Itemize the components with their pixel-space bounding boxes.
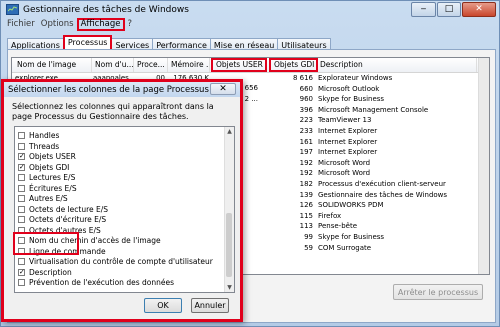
column-option-label: Lectures E/S: [29, 173, 76, 182]
column-option-label: Écritures E/S: [29, 183, 77, 193]
checkbox[interactable]: [18, 279, 25, 286]
checklist-scrollbar[interactable]: ▲ ▼: [224, 127, 234, 292]
cell-gdi: 161: [299, 137, 313, 146]
col-header-memory[interactable]: Mémoire ...: [168, 58, 210, 72]
checked-checkbox[interactable]: ✓: [18, 163, 25, 171]
cell-desc: COM Surrogate: [318, 243, 372, 252]
cell-gdi: 223: [299, 116, 313, 125]
checkbox[interactable]: [18, 174, 25, 181]
column-option-label: Objets USER: [29, 152, 76, 161]
cell-desc: Gestionnaire des tâches de Windows: [318, 190, 448, 199]
col-header-user-name[interactable]: Nom d'u...: [92, 58, 134, 72]
cell-gdi: 192: [299, 158, 313, 167]
maximize-button[interactable]: □: [437, 2, 461, 17]
cancel-button[interactable]: Annuler: [191, 298, 229, 313]
dialog-description: Sélectionnez les colonnes qui apparaîtro…: [12, 102, 214, 121]
col-header-user-objects[interactable]: Objets USER: [211, 58, 267, 72]
cell-gdi: 115: [299, 211, 313, 220]
cell-desc: Processus d'exécution client-serveur: [318, 180, 446, 188]
column-option-label: Octets d'écriture E/S: [29, 215, 107, 224]
checkbox[interactable]: [18, 142, 25, 150]
menu-help[interactable]: ?: [125, 18, 136, 31]
checkbox[interactable]: [18, 132, 25, 139]
column-option-label: Objets GDI: [29, 162, 70, 172]
column-option-label: Handles: [29, 131, 60, 140]
cell-desc: Internet Explorer: [318, 137, 378, 146]
cell-desc: Firefox: [318, 211, 342, 220]
checkbox[interactable]: [18, 195, 25, 202]
column-option-label: Virtualisation du contrôle de compte d'u…: [29, 257, 213, 266]
cell-desc: Internet Explorer: [318, 127, 378, 135]
column-checklist[interactable]: Handles Threads ✓ Objets USER ✓ Objets GDI Lec…: [14, 126, 235, 293]
cell-desc: SOLIDWORKS PDM: [318, 201, 384, 210]
cell-desc: Pense-bête: [318, 222, 357, 231]
window-title: Gestionnaire des tâches de Windows: [23, 5, 189, 15]
menu-affichage[interactable]: Affichage: [76, 18, 125, 31]
cell-desc: Microsoft Outlook: [318, 84, 380, 93]
column-option-label: Octets de lecture E/S: [29, 204, 109, 214]
select-columns-dialog: Sélectionner les colonnes de la page Pro…: [1, 79, 243, 322]
scroll-down-arrow-icon[interactable]: ▼: [225, 283, 234, 292]
cell-desc: Explorateur Windows: [318, 74, 393, 82]
cell-gdi: 197: [299, 148, 313, 157]
col-header-description[interactable]: Description: [317, 58, 477, 72]
column-option-label: Prévention de l'exécution des données: [29, 278, 174, 287]
cell-gdi: 99: [304, 233, 313, 241]
col-header-image-name[interactable]: Nom de l'image: [14, 58, 92, 72]
cell-gdi: 960: [299, 95, 313, 104]
menu-options[interactable]: Options: [38, 18, 77, 31]
table-scrollbar[interactable]: [478, 58, 489, 274]
dialog-title: Sélectionner les colonnes de la page Pro…: [8, 85, 209, 95]
checkbox[interactable]: [18, 216, 25, 223]
menu-fichier[interactable]: Fichier: [4, 18, 38, 31]
cell-gdi: 113: [299, 222, 313, 231]
column-option-label: Autres E/S: [29, 194, 68, 203]
highlight-box: [13, 232, 79, 255]
cell-gdi: 126: [299, 201, 313, 210]
cell-gdi: 182: [299, 180, 313, 188]
cell-gdi: 139: [299, 190, 313, 199]
col-header-cpu[interactable]: Proce...: [134, 58, 168, 72]
cell-desc: Microsoft Word: [318, 158, 371, 167]
cell-desc: TeamViewer 13: [318, 116, 372, 125]
column-option-label: Threads: [29, 141, 60, 151]
cell-gdi: 192: [299, 169, 313, 178]
cell-desc: Microsoft Management Console: [318, 105, 429, 114]
col-header-gdi-objects[interactable]: Objets GDI: [269, 58, 318, 72]
checked-checkbox[interactable]: ✓: [18, 153, 25, 160]
cell-desc: Internet Explorer: [318, 148, 378, 157]
minimize-button[interactable]: ‒: [411, 2, 436, 17]
table-header: Nom de l'image Nom d'u... Proce... Mémoi…: [12, 58, 489, 73]
tab-strip: Applications Processus Services Performance…: [7, 35, 331, 52]
cell-desc: Microsoft Word: [318, 169, 371, 178]
checkbox[interactable]: [18, 258, 25, 265]
cell-gdi: 233: [299, 127, 313, 135]
cell-gdi: 59: [304, 243, 313, 252]
column-option-label: Description: [29, 267, 72, 277]
menu-bar: Fichier Options Affichage?: [4, 18, 135, 31]
checkbox[interactable]: [18, 205, 25, 213]
cell-gdi: 396: [299, 105, 313, 114]
dialog-titlebar: Sélectionner les colonnes de la page Pro…: [4, 82, 240, 97]
checked-checkbox[interactable]: ✓: [18, 268, 25, 276]
close-button[interactable]: ✕: [462, 2, 496, 17]
checkbox[interactable]: [18, 184, 25, 192]
cell-desc: Skype for Business: [318, 233, 385, 241]
ok-button[interactable]: OK: [144, 298, 182, 313]
dialog-close-button[interactable]: ✕: [210, 83, 236, 95]
scroll-up-arrow-icon[interactable]: ▲: [225, 127, 234, 136]
cell-gdi: 660: [299, 84, 313, 93]
cell-gdi: 8 616: [292, 74, 313, 82]
cell-desc: Skype for Business: [318, 95, 385, 104]
scroll-thumb[interactable]: [226, 213, 232, 277]
end-process-button[interactable]: Arrêter le processus: [393, 284, 483, 300]
task-manager-icon: [6, 4, 19, 15]
